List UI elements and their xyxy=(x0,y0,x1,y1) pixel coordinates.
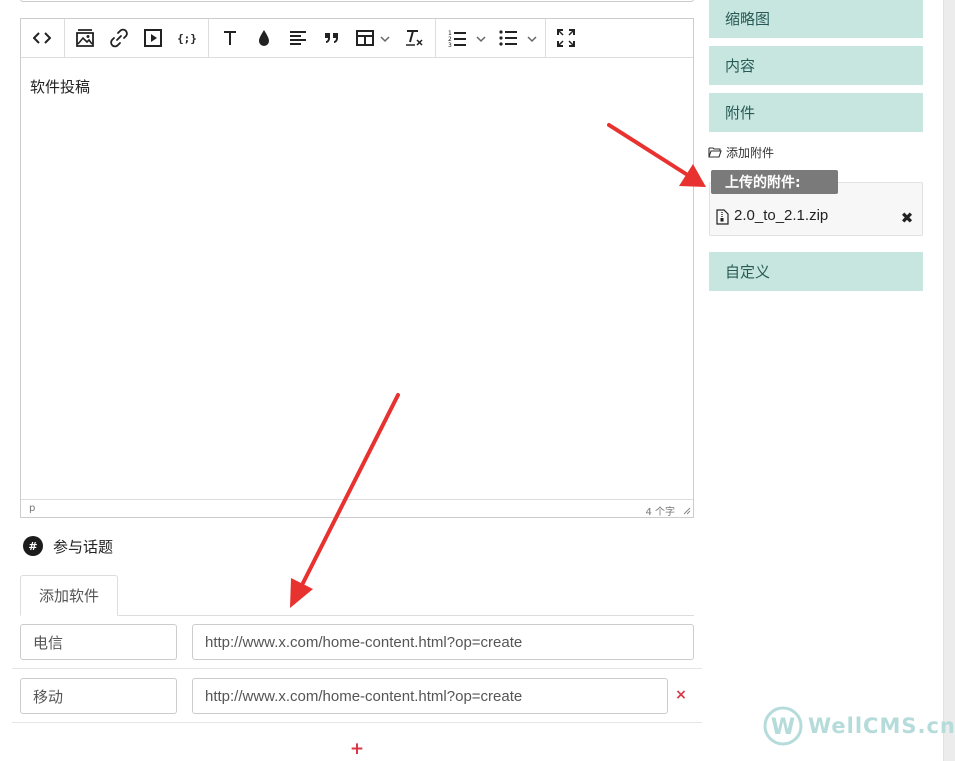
blockquote-icon[interactable] xyxy=(319,26,345,50)
image-icon[interactable] xyxy=(72,26,98,50)
tab-add-software[interactable]: 添加软件 xyxy=(20,575,118,616)
chevron-down-icon[interactable] xyxy=(526,31,538,45)
svg-text:3: 3 xyxy=(448,42,452,48)
zip-file-icon xyxy=(716,209,729,225)
thumbnail-button[interactable]: 缩略图 xyxy=(709,0,923,38)
add-attachment-label: 添加附件 xyxy=(726,145,775,160)
page-scrollbar[interactable] xyxy=(943,0,955,761)
table-icon[interactable] xyxy=(352,26,378,50)
svg-text:W: W xyxy=(771,715,795,740)
software-row: 电信 http://www.x.com/home-content.html?op… xyxy=(12,615,702,669)
toolbar-divider xyxy=(208,19,209,58)
align-icon[interactable] xyxy=(285,26,311,50)
chevron-down-icon[interactable] xyxy=(475,31,487,45)
editor-content-area[interactable]: 软件投稿 xyxy=(21,58,693,499)
delete-attachment-icon[interactable]: ✖ xyxy=(899,209,915,227)
toolbar-divider xyxy=(545,19,546,58)
bullet-list-icon[interactable] xyxy=(495,26,521,50)
software-url-input[interactable]: http://www.x.com/home-content.html?op=cr… xyxy=(192,678,668,714)
chevron-down-icon[interactable] xyxy=(379,31,391,45)
code-view-icon[interactable] xyxy=(29,26,55,50)
resize-handle-icon[interactable] xyxy=(681,505,691,515)
custom-button[interactable]: 自定义 xyxy=(709,252,923,291)
uploaded-attachments-title: 上传的附件: xyxy=(711,170,838,194)
editor-content-text: 软件投稿 xyxy=(30,78,91,96)
media-icon[interactable] xyxy=(140,26,166,50)
content-button[interactable]: 内容 xyxy=(709,46,923,85)
add-attachment-link[interactable]: 添加附件 xyxy=(708,143,774,161)
wellcms-watermark: W WellCMS.cn xyxy=(763,706,955,746)
svg-text:{;}: {;} xyxy=(177,32,197,45)
topic-label: 参与话题 xyxy=(53,537,114,556)
top-input-edge xyxy=(20,0,694,2)
watermark-text: WellCMS.cn xyxy=(808,714,955,738)
software-name-input[interactable]: 电信 xyxy=(20,624,177,660)
text-color-icon[interactable] xyxy=(251,26,277,50)
wellcms-logo: W xyxy=(763,706,803,746)
folder-open-icon xyxy=(708,147,722,158)
toolbar-divider xyxy=(64,19,65,58)
software-name-input[interactable]: 移动 xyxy=(20,678,177,714)
editor-statusbar: p 4 个字 xyxy=(21,499,693,518)
clear-format-icon[interactable] xyxy=(401,26,427,50)
toolbar-divider xyxy=(435,19,436,58)
word-count: 4 个字 xyxy=(645,507,675,518)
topic-button[interactable]: # 参与话题 xyxy=(23,535,113,557)
font-icon[interactable] xyxy=(217,26,243,50)
add-row-icon[interactable]: + xyxy=(349,739,365,759)
software-url-input[interactable]: http://www.x.com/home-content.html?op=cr… xyxy=(192,624,694,660)
rich-text-editor: {;} 123 软件投稿 p 4 个字 xyxy=(20,18,694,518)
element-path[interactable]: p xyxy=(29,503,35,514)
editor-toolbar: {;} 123 xyxy=(21,19,693,58)
link-icon[interactable] xyxy=(106,26,132,50)
attachment-button[interactable]: 附件 xyxy=(709,93,923,132)
ordered-list-icon[interactable]: 123 xyxy=(444,26,470,50)
code-sample-icon[interactable]: {;} xyxy=(174,26,200,50)
remove-row-icon[interactable]: × xyxy=(674,685,688,705)
fullscreen-icon[interactable] xyxy=(553,26,579,50)
software-row: 移动 http://www.x.com/home-content.html?op… xyxy=(12,669,702,723)
hashtag-icon: # xyxy=(23,536,43,556)
attachment-file-name[interactable]: 2.0_to_2.1.zip xyxy=(734,207,828,224)
